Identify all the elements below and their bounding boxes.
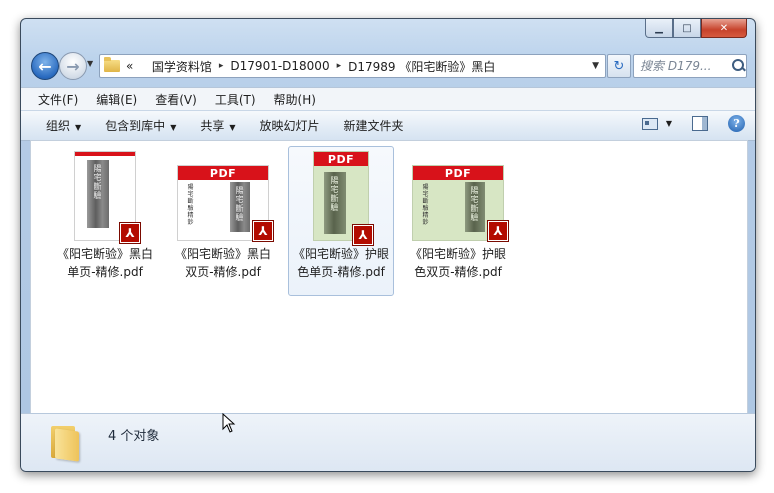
file-item[interactable]: PDF 陽宅斷驗精鈔 陽宅斷驗 ⅄ 《阳宅断验》护眼色双页-精修.pdf [406,147,510,295]
command-bar: 组织 ▼ 包含到库中 ▼ 共享 ▼ 放映幻灯片 新建文件夹 ▼ ? [21,110,755,141]
maximize-button[interactable]: □ [673,19,701,38]
pdf-thumbnail: PDF 陽宅斷驗精鈔 陽宅斷驗 ⅄ [177,165,273,243]
breadcrumb-item[interactable]: 国学资料馆 [152,58,212,75]
slideshow-button[interactable]: 放映幻灯片 [248,117,332,134]
caption-buttons: ▁ □ ✕ [645,19,747,38]
minimize-button[interactable]: ▁ [645,19,673,38]
recent-pages-dropdown[interactable]: ▼ [87,59,93,68]
file-item-selected[interactable]: PDF 陽宅斷驗 ⅄ 《阳宅断验》护眼色单页-精修.pdf [288,146,394,296]
cover-text: 陽宅斷驗精鈔 [422,184,429,226]
forward-button[interactable]: → [59,52,87,80]
pdf-header-label: PDF [178,166,268,180]
close-button[interactable]: ✕ [701,19,747,38]
acrobat-pdf-icon: ⅄ [253,221,273,241]
preview-pane-icon[interactable] [692,116,708,131]
chevron-down-icon: ▼ [229,123,236,132]
breadcrumb-item[interactable]: D17901-D18000 [230,59,329,73]
file-name: 《阳宅断验》护眼色双页-精修.pdf [409,247,506,279]
acrobat-pdf-icon: ⅄ [120,223,140,243]
scan-title: 陽宅斷驗 [470,186,479,222]
file-list-pane[interactable]: 陽宅斷驗 ⅄ 《阳宅断验》黑白单页-精修.pdf PDF 陽宅斷驗精鈔 陽宅斷驗… [30,140,748,414]
mouse-cursor-icon [222,413,236,433]
scan-title: 陽宅斷驗 [93,164,102,200]
file-name: 《阳宅断验》黑白双页-精修.pdf [174,247,271,279]
pdf-header-label: PDF [413,166,503,180]
scan-title: 陽宅斷驗 [330,176,339,212]
red-strip [75,152,135,156]
include-library-label: 包含到库中 [105,119,166,133]
item-count: 4 个对象 [108,429,160,444]
pdf-thumbnail: 陽宅斷驗 ⅄ [74,151,140,243]
menu-help[interactable]: 帮助(H) [265,91,325,108]
breadcrumb-separator-icon[interactable]: ▸ [337,61,342,71]
help-icon[interactable]: ? [728,115,745,132]
file-item[interactable]: PDF 陽宅斷驗精鈔 陽宅斷驗 ⅄ 《阳宅断验》黑白双页-精修.pdf [171,147,275,295]
menu-bar: 文件(F) 编辑(E) 查看(V) 工具(T) 帮助(H) [21,87,755,110]
view-controls: ▼ ? [641,115,745,132]
menu-tools[interactable]: 工具(T) [206,91,265,108]
forward-arrow-icon: → [66,56,80,76]
search-box[interactable] [633,54,747,78]
pdf-thumbnail: PDF 陽宅斷驗精鈔 陽宅斷驗 ⅄ [412,165,508,243]
share-button[interactable]: 共享 ▼ [188,117,247,134]
explorer-window: ▁ □ ✕ ← → ▼ « ▸ 国学资料馆 ▸ D17901-D18000 ▸ … [20,18,756,472]
folder-icon [104,57,120,72]
pdf-thumbnail: PDF 陽宅斷驗 ⅄ [313,151,373,245]
file-name: 《阳宅断验》护眼色单页-精修.pdf [292,247,389,279]
pdf-header-label: PDF [314,152,368,166]
refresh-button[interactable]: ↻ [607,54,631,78]
cover-text: 陽宅斷驗精鈔 [187,184,194,226]
menu-file[interactable]: 文件(F) [21,91,87,108]
organize-button[interactable]: 组织 ▼ [21,117,93,134]
include-in-library-button[interactable]: 包含到库中 ▼ [93,117,188,134]
details-pane: 4 个对象 [21,413,755,471]
acrobat-pdf-icon: ⅄ [488,221,508,241]
breadcrumb-overflow[interactable]: « [126,59,133,73]
back-button[interactable]: ← [31,52,59,80]
file-item[interactable]: 陽宅斷驗 ⅄ 《阳宅断验》黑白单页-精修.pdf [53,147,157,295]
organize-label: 组织 [46,119,71,133]
menu-view[interactable]: 查看(V) [146,91,206,108]
share-label: 共享 [200,119,225,133]
change-view-icon[interactable] [641,117,658,130]
file-name: 《阳宅断验》黑白单页-精修.pdf [56,247,153,279]
back-arrow-icon: ← [38,56,52,76]
view-options-dropdown-icon[interactable]: ▼ [666,119,672,128]
breadcrumb-item-current[interactable]: D17989 《阳宅断验》黑白 [348,58,495,75]
scan-title: 陽宅斷驗 [235,186,244,222]
acrobat-pdf-icon: ⅄ [353,225,373,245]
chevron-down-icon: ▼ [170,123,177,132]
search-input[interactable] [638,58,730,74]
chevron-down-icon: ▼ [75,123,82,132]
folder-icon [51,422,81,462]
new-folder-button[interactable]: 新建文件夹 [332,117,416,134]
menu-edit[interactable]: 编辑(E) [87,91,146,108]
search-icon[interactable] [730,58,746,74]
address-dropdown-icon[interactable]: ▼ [592,61,599,71]
navigation-row: ← → ▼ « ▸ 国学资料馆 ▸ D17901-D18000 ▸ D17989… [29,51,747,81]
address-bar[interactable]: « ▸ 国学资料馆 ▸ D17901-D18000 ▸ D17989 《阳宅断验… [99,54,606,78]
refresh-icon: ↻ [613,58,625,74]
breadcrumb-separator-icon[interactable]: ▸ [219,61,224,71]
